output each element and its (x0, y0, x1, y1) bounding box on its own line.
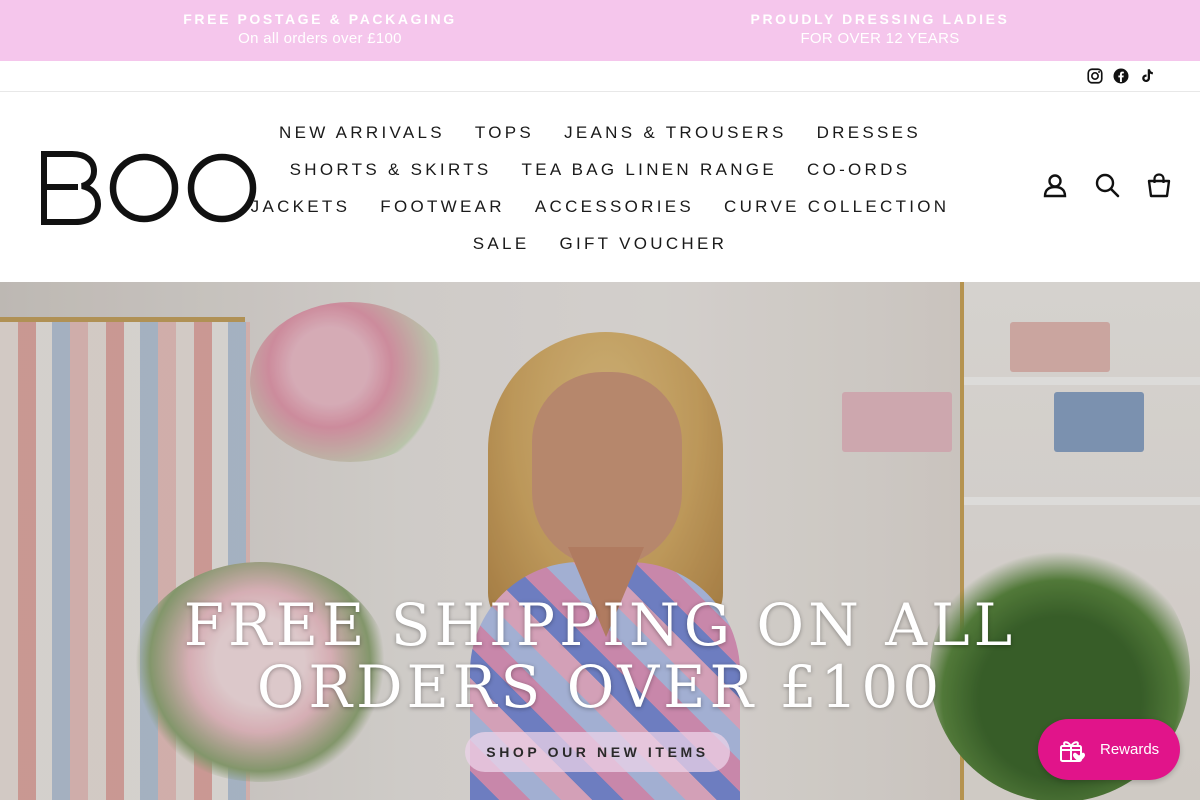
announcement-right-subtitle: FOR OVER 12 YEARS (800, 30, 960, 47)
nav-row: NEW ARRIVALS TOPS JEANS & TROUSERS DRESS… (270, 114, 930, 151)
site-header: NEW ARRIVALS TOPS JEANS & TROUSERS DRESS… (0, 92, 1200, 282)
nav-curve-collection[interactable]: CURVE COLLECTION (724, 197, 949, 217)
nav-row: SHORTS & SKIRTS TEA BAG LINEN RANGE CO-O… (270, 151, 930, 188)
rewards-button[interactable]: Rewards (1038, 719, 1180, 780)
tiktok-icon[interactable] (1138, 67, 1156, 85)
hero-title: FREE SHIPPING ON ALL ORDERS OVER £100 (183, 591, 1017, 721)
announcement-bar: FREE POSTAGE & PACKAGING On all orders o… (0, 0, 1200, 61)
nav-jackets[interactable]: JACKETS (251, 197, 351, 217)
nav-accessories[interactable]: ACCESSORIES (535, 197, 694, 217)
boo-logo[interactable] (38, 148, 262, 226)
nav-shorts-skirts[interactable]: SHORTS & SKIRTS (290, 160, 492, 180)
announcement-left-title: FREE POSTAGE & PACKAGING (183, 11, 457, 27)
nav-row: JACKETS FOOTWEAR ACCESSORIES CURVE COLLE… (251, 188, 946, 225)
gift-heart-icon (1057, 735, 1087, 765)
announcement-right: PROUDLY DRESSING LADIES FOR OVER 12 YEAR… (680, 11, 1080, 49)
cart-icon[interactable] (1146, 172, 1172, 198)
nav-new-arrivals[interactable]: NEW ARRIVALS (279, 123, 445, 143)
nav-tea-bag-linen-range[interactable]: TEA BAG LINEN RANGE (522, 160, 777, 180)
announcement-right-title: PROUDLY DRESSING LADIES (750, 11, 1010, 27)
nav-tops[interactable]: TOPS (475, 123, 534, 143)
header-actions (1042, 172, 1172, 198)
search-icon[interactable] (1094, 172, 1120, 198)
main-navigation: NEW ARRIVALS TOPS JEANS & TROUSERS DRESS… (251, 114, 946, 263)
hero-banner: FREE SHIPPING ON ALL ORDERS OVER £100 SH… (0, 282, 1200, 800)
account-icon[interactable] (1042, 172, 1068, 198)
nav-dresses[interactable]: DRESSES (817, 123, 921, 143)
nav-jeans-trousers[interactable]: JEANS & TROUSERS (564, 123, 787, 143)
nav-footwear[interactable]: FOOTWEAR (380, 197, 505, 217)
nav-sale[interactable]: SALE (473, 234, 530, 254)
shop-new-items-button[interactable]: SHOP OUR NEW ITEMS (465, 732, 730, 772)
rewards-label: Rewards (1100, 741, 1160, 758)
social-bar (0, 61, 1200, 92)
social-links (1086, 67, 1156, 85)
announcement-left-subtitle: On all orders over £100 (238, 30, 402, 47)
nav-row: SALE GIFT VOUCHER (270, 225, 930, 263)
announcement-left: FREE POSTAGE & PACKAGING On all orders o… (120, 11, 520, 49)
nav-gift-voucher[interactable]: GIFT VOUCHER (559, 234, 727, 254)
facebook-icon[interactable] (1112, 67, 1130, 85)
nav-co-ords[interactable]: CO-ORDS (807, 160, 910, 180)
instagram-icon[interactable] (1086, 67, 1104, 85)
